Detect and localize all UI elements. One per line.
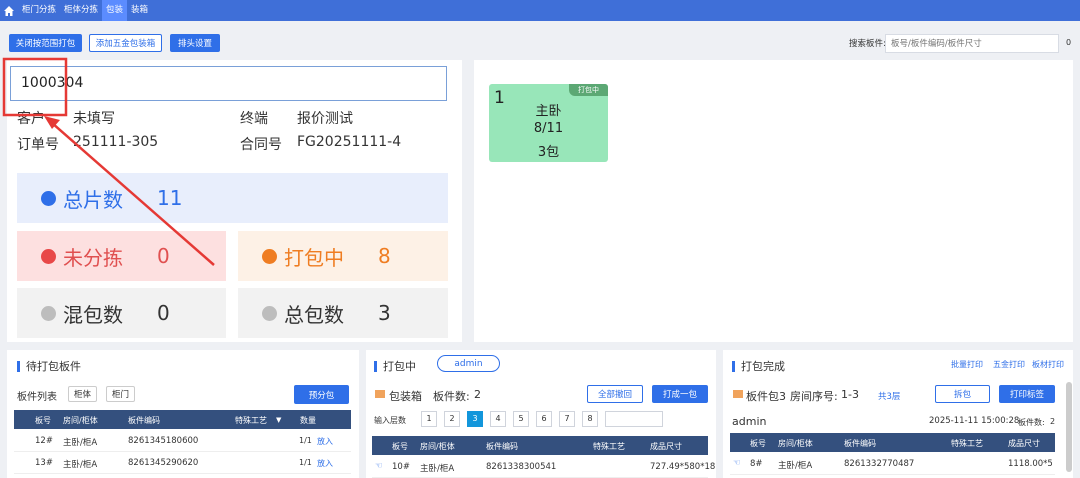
done-package-label: 板件包3 — [746, 390, 786, 403]
highlight-box — [2, 57, 68, 117]
pending-table-header: 板号 房间/柜体 板件编码 特殊工艺 ▼ 数量 — [14, 410, 351, 429]
hand-icon[interactable]: ☜ — [375, 461, 383, 471]
layer-option[interactable]: 1 — [421, 411, 437, 427]
layer-option-selected[interactable]: 3 — [467, 411, 483, 427]
pending-title: 待打包板件 — [17, 358, 81, 374]
layer-input-label: 输入层数 — [374, 416, 406, 425]
hand-icon[interactable]: ☜ — [733, 458, 741, 468]
withdraw-all-button[interactable]: 全部撤回 — [587, 385, 643, 403]
board-print-link[interactable]: 板材打印 — [1032, 359, 1064, 370]
layer-option[interactable]: 5 — [513, 411, 529, 427]
room-seq-label: 房间序号: — [790, 390, 838, 403]
board-list-label: 板件列表 — [17, 392, 57, 403]
done-scrollbar[interactable] — [1066, 382, 1072, 472]
packing-user-pill[interactable]: admin — [437, 355, 500, 372]
table-row[interactable]: 13# 主卧/柜A 8261345290620 1/1 放入 — [14, 452, 351, 474]
done-count-value: 2 — [1050, 417, 1056, 426]
packing-count-value: 2 — [474, 388, 481, 401]
done-user: admin — [732, 415, 767, 428]
box-icon — [375, 390, 385, 398]
hardware-print-link[interactable]: 五金打印 — [993, 359, 1025, 370]
done-time: 2025-11-11 15:00:28 — [929, 416, 1020, 426]
filter-door-button[interactable]: 柜门 — [106, 386, 135, 402]
table-row[interactable]: ☜ 8# 主卧/柜A 8261332770487 1118.00*5 — [730, 453, 1055, 475]
layer-option[interactable]: 7 — [559, 411, 575, 427]
sort-caret-icon[interactable]: ▼ — [276, 416, 281, 424]
annotation-arrow — [51, 122, 215, 266]
filter-cabinet-button[interactable]: 柜体 — [68, 386, 97, 402]
pack-one-button[interactable]: 打成一包 — [652, 385, 708, 403]
done-table-header: 板号 房间/柜体 板件编码 特殊工艺 成品尺寸 — [730, 433, 1055, 452]
done-count-label: 板件数: — [1018, 418, 1045, 427]
package-icon — [733, 390, 743, 398]
room-seq-value: 1-3 — [841, 388, 859, 401]
packing-count-label: 板件数: — [433, 390, 470, 403]
table-row[interactable]: 12# 主卧/柜A 8261345180600 1/1 放入 — [14, 430, 351, 452]
layer-option[interactable]: 4 — [490, 411, 506, 427]
table-row[interactable]: ☜ 10# 主卧/柜A 8261338300541 727.49*580*18 — [372, 456, 715, 478]
layers-link[interactable]: 共3层 — [878, 390, 900, 402]
layer-option[interactable]: 8 — [582, 411, 598, 427]
done-title: 打包完成 — [732, 358, 785, 374]
box-label: 包装箱 — [389, 390, 422, 403]
batch-print-link[interactable]: 批量打印 — [951, 359, 983, 370]
packing-table-header: 板号 房间/柜体 板件编码 特殊工艺 成品尺寸 — [372, 436, 708, 455]
unpack-button[interactable]: 拆包 — [935, 385, 990, 403]
layer-option[interactable]: 6 — [536, 411, 552, 427]
insert-link[interactable]: 放入 — [317, 458, 333, 469]
layer-option[interactable]: 2 — [444, 411, 460, 427]
layer-custom-input[interactable] — [605, 411, 663, 427]
insert-link[interactable]: 放入 — [317, 436, 333, 447]
print-label-button[interactable]: 打印标签 — [999, 385, 1055, 403]
packing-title: 打包中 — [374, 358, 416, 374]
pre-pack-button[interactable]: 预分包 — [294, 385, 349, 404]
